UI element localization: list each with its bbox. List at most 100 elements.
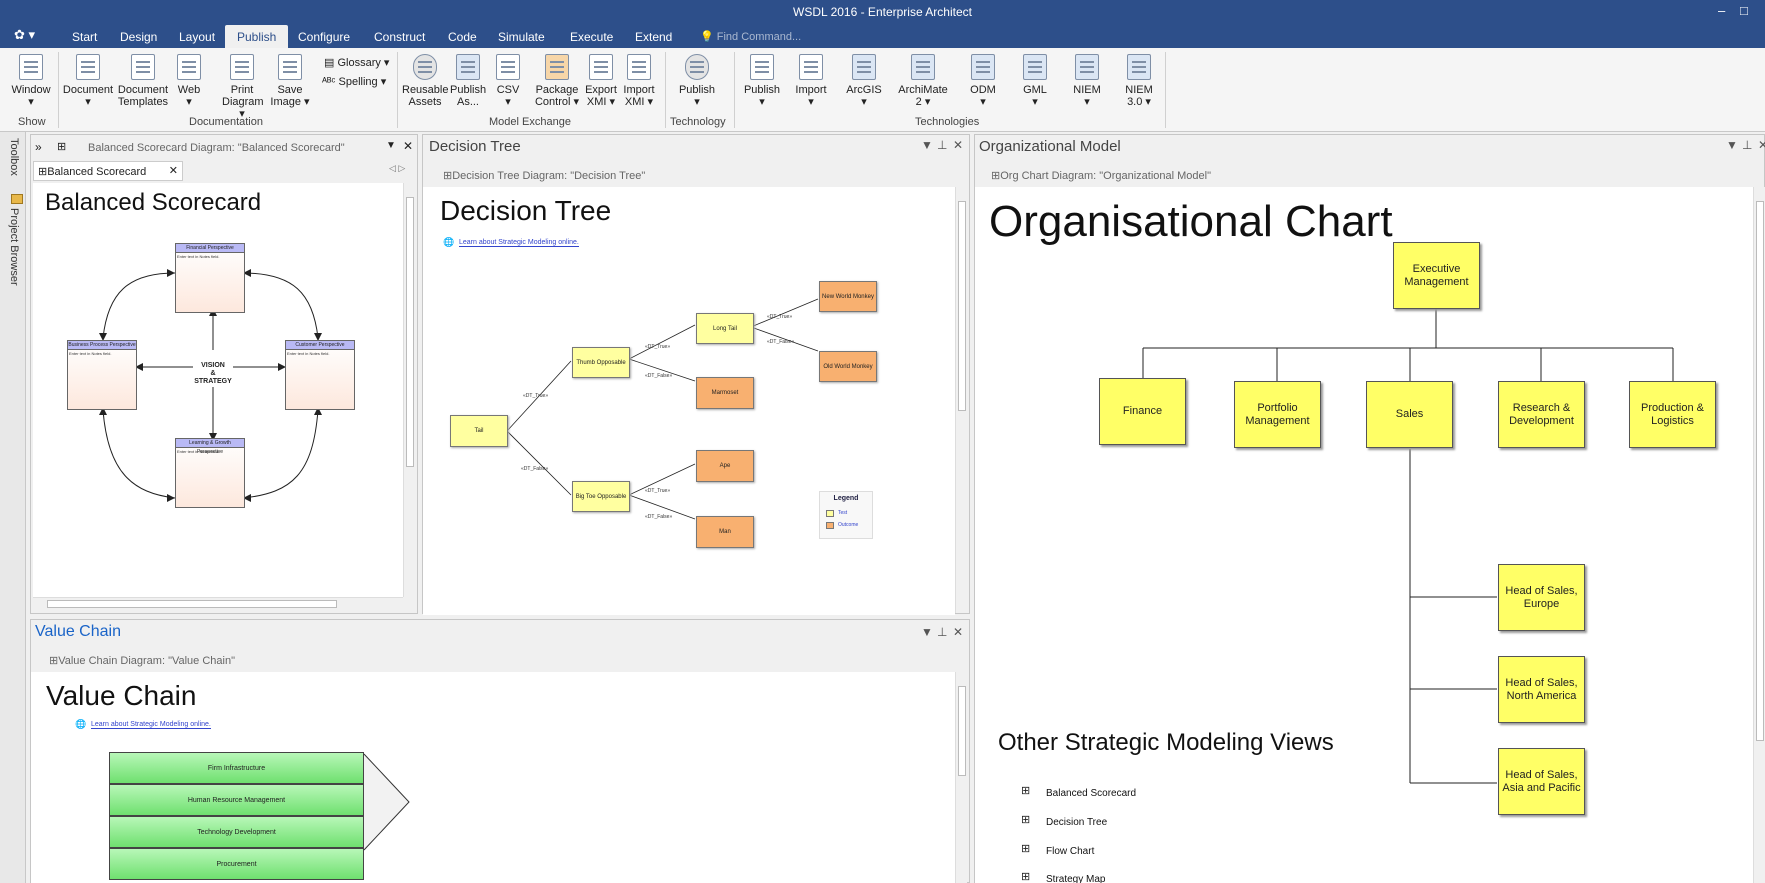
menu-configure[interactable]: Configure (298, 30, 350, 44)
find-command-input[interactable]: 💡 Find Command... (700, 30, 801, 43)
gml-button[interactable]: GML ▾ (1018, 54, 1052, 108)
window-button[interactable]: Window ▾ (10, 54, 52, 108)
dt-thumb-node[interactable]: Thumb Opposable (572, 347, 630, 378)
org-head-na-box[interactable]: Head of Sales, North America (1498, 656, 1585, 723)
decision-header: Decision Tree ▼ ⊥ ✕ (423, 135, 969, 157)
group-model-exchange: Model Exchange (489, 116, 571, 128)
menu-construct[interactable]: Construct (374, 30, 425, 44)
technologies-import-button[interactable]: Import ▾ (792, 54, 830, 108)
archimate-button[interactable]: ArchiMate 2 ▾ (896, 54, 950, 108)
org-portfolio-box[interactable]: Portfolio Management (1234, 381, 1321, 448)
org-finance-box[interactable]: Finance (1099, 378, 1186, 445)
print-diagram-button[interactable]: Print Diagram ▾ (222, 54, 264, 120)
org-production-box[interactable]: Production & Logistics (1629, 381, 1716, 448)
odm-button[interactable]: ODM ▾ (966, 54, 1000, 108)
pin-icon[interactable]: ⊥ (937, 625, 947, 639)
maximize-icon[interactable]: □ (1740, 3, 1748, 18)
document-button[interactable]: Document ▾ (62, 54, 114, 108)
financial-perspective-box[interactable]: Financial Perspective Enter text in Notes… (175, 243, 245, 313)
dt-man-node[interactable]: Man (696, 516, 754, 548)
expand-icon[interactable]: » (35, 140, 42, 154)
diagram-icon: ⊞ (49, 655, 59, 667)
vision-strategy-label: VISION & STRATEGY (193, 362, 233, 386)
pin-icon[interactable]: ⊥ (1742, 138, 1752, 152)
web-button[interactable]: Web ▾ (174, 54, 204, 108)
tab-balanced-scorecard[interactable]: ⊞Balanced Scorecard ✕ (33, 161, 183, 181)
niem-button[interactable]: NIEM ▾ (1070, 54, 1104, 108)
dt-bigtoe-node[interactable]: Big Toe Opposable (572, 481, 630, 512)
close-icon[interactable]: ✕ (1758, 138, 1765, 152)
tab-scroll-icons[interactable]: ◁ ▷ (389, 163, 405, 174)
ea-logo-icon[interactable]: ✿ ▾ (14, 27, 35, 43)
export-xmi-button[interactable]: Export XMI ▾ (584, 54, 618, 108)
dt-owm-node[interactable]: Old World Monkey (819, 351, 877, 382)
balanced-hscroll[interactable] (33, 597, 403, 609)
odm-icon (971, 54, 995, 80)
technologies-publish-button[interactable]: Publish ▾ (742, 54, 782, 108)
learning-growth-box[interactable]: Learning & Growth Perspective Enter text … (175, 438, 245, 508)
panel-menu-icon[interactable]: ▼ (1726, 138, 1738, 152)
diagram-icon: ⊞ (1021, 843, 1031, 855)
org-vscroll[interactable] (1753, 187, 1765, 883)
org-sales-box[interactable]: Sales (1366, 381, 1453, 448)
menu-start[interactable]: Start (72, 30, 97, 44)
value-vscroll[interactable] (955, 672, 967, 883)
other-view-strategy[interactable]: Strategy Map (1046, 874, 1105, 883)
niem-3-button[interactable]: NIEM 3.0 ▾ (1122, 54, 1156, 108)
other-view-decision[interactable]: Decision Tree (1046, 817, 1107, 828)
value-row[interactable]: Technology Development (109, 816, 364, 848)
import-xmi-button[interactable]: Import XMI ▾ (622, 54, 656, 108)
close-icon[interactable]: ✕ (953, 138, 963, 152)
package-control-button[interactable]: Package Control ▾ (532, 54, 582, 108)
value-row[interactable]: Human Resource Management (109, 784, 364, 816)
decision-canvas: Decision Tree 🌐 Learn about Strategic Mo… (423, 187, 955, 615)
menu-layout[interactable]: Layout (179, 30, 215, 44)
dt-false-label: «DT_False» (767, 339, 795, 345)
close-icon[interactable]: ✕ (403, 139, 413, 153)
panel-menu-icon[interactable]: ▼ (921, 138, 933, 152)
dt-ape-node[interactable]: Ape (696, 450, 754, 482)
panel-menu-icon[interactable]: ▼ (386, 140, 396, 151)
pin-icon[interactable]: ⊥ (937, 138, 947, 152)
dt-longtail-node[interactable]: Long Tail (696, 313, 754, 344)
tab-close-icon[interactable]: ✕ (169, 164, 178, 177)
menu-code[interactable]: Code (448, 30, 477, 44)
value-row[interactable]: Firm Infrastructure (109, 752, 364, 784)
close-icon[interactable]: ✕ (953, 625, 963, 639)
dt-nwm-node[interactable]: New World Monkey (819, 281, 877, 312)
glossary-button[interactable]: ▤ Glossary ▾ (324, 56, 389, 69)
business-process-box[interactable]: Business Process Perspective Enter text i… (67, 340, 137, 410)
import-icon (799, 54, 823, 80)
project-browser-tab[interactable]: Project Browser (8, 208, 20, 286)
toolbox-tab[interactable]: Toolbox (8, 138, 20, 176)
org-head-europe-box[interactable]: Head of Sales, Europe (1498, 564, 1585, 631)
menu-publish[interactable]: Publish (225, 25, 289, 48)
document-templates-button[interactable]: Document Templates (116, 54, 170, 108)
dt-tail-node[interactable]: Tail (450, 415, 508, 447)
reusable-assets-button[interactable]: Reusable Assets (402, 54, 448, 108)
decision-vscroll[interactable] (955, 187, 967, 613)
org-research-box[interactable]: Research & Development (1498, 381, 1585, 448)
diagram-icon: ⊞ (991, 170, 1001, 182)
arcgis-button[interactable]: ArcGIS ▾ (844, 54, 884, 108)
publish-as-button[interactable]: Publish As... (450, 54, 486, 108)
org-head-asia-box[interactable]: Head of Sales, Asia and Pacific (1498, 748, 1585, 815)
other-view-balanced[interactable]: Balanced Scorecard (1046, 788, 1136, 799)
org-exec-box[interactable]: Executive Management (1393, 242, 1480, 309)
customer-perspective-box[interactable]: Customer Perspective Enter text in Notes … (285, 340, 355, 410)
spelling-button[interactable]: ᴬᴮᶜ Spelling ▾ (322, 75, 386, 88)
value-row[interactable]: Procurement (109, 848, 364, 880)
gear-icon (685, 54, 709, 80)
csv-button[interactable]: CSV ▾ (492, 54, 524, 108)
menu-extend[interactable]: Extend (635, 30, 672, 44)
menu-design[interactable]: Design (120, 30, 157, 44)
balanced-vscroll[interactable] (403, 183, 415, 597)
panel-menu-icon[interactable]: ▼ (921, 625, 933, 639)
other-view-flowchart[interactable]: Flow Chart (1046, 846, 1094, 857)
technology-publish-button[interactable]: Publish ▾ (678, 54, 716, 108)
dt-marmoset-node[interactable]: Marmoset (696, 377, 754, 409)
menu-execute[interactable]: Execute (570, 30, 613, 44)
minimize-icon[interactable]: – (1718, 3, 1725, 18)
save-image-button[interactable]: Save Image ▾ (268, 54, 312, 108)
menu-simulate[interactable]: Simulate (498, 30, 545, 44)
